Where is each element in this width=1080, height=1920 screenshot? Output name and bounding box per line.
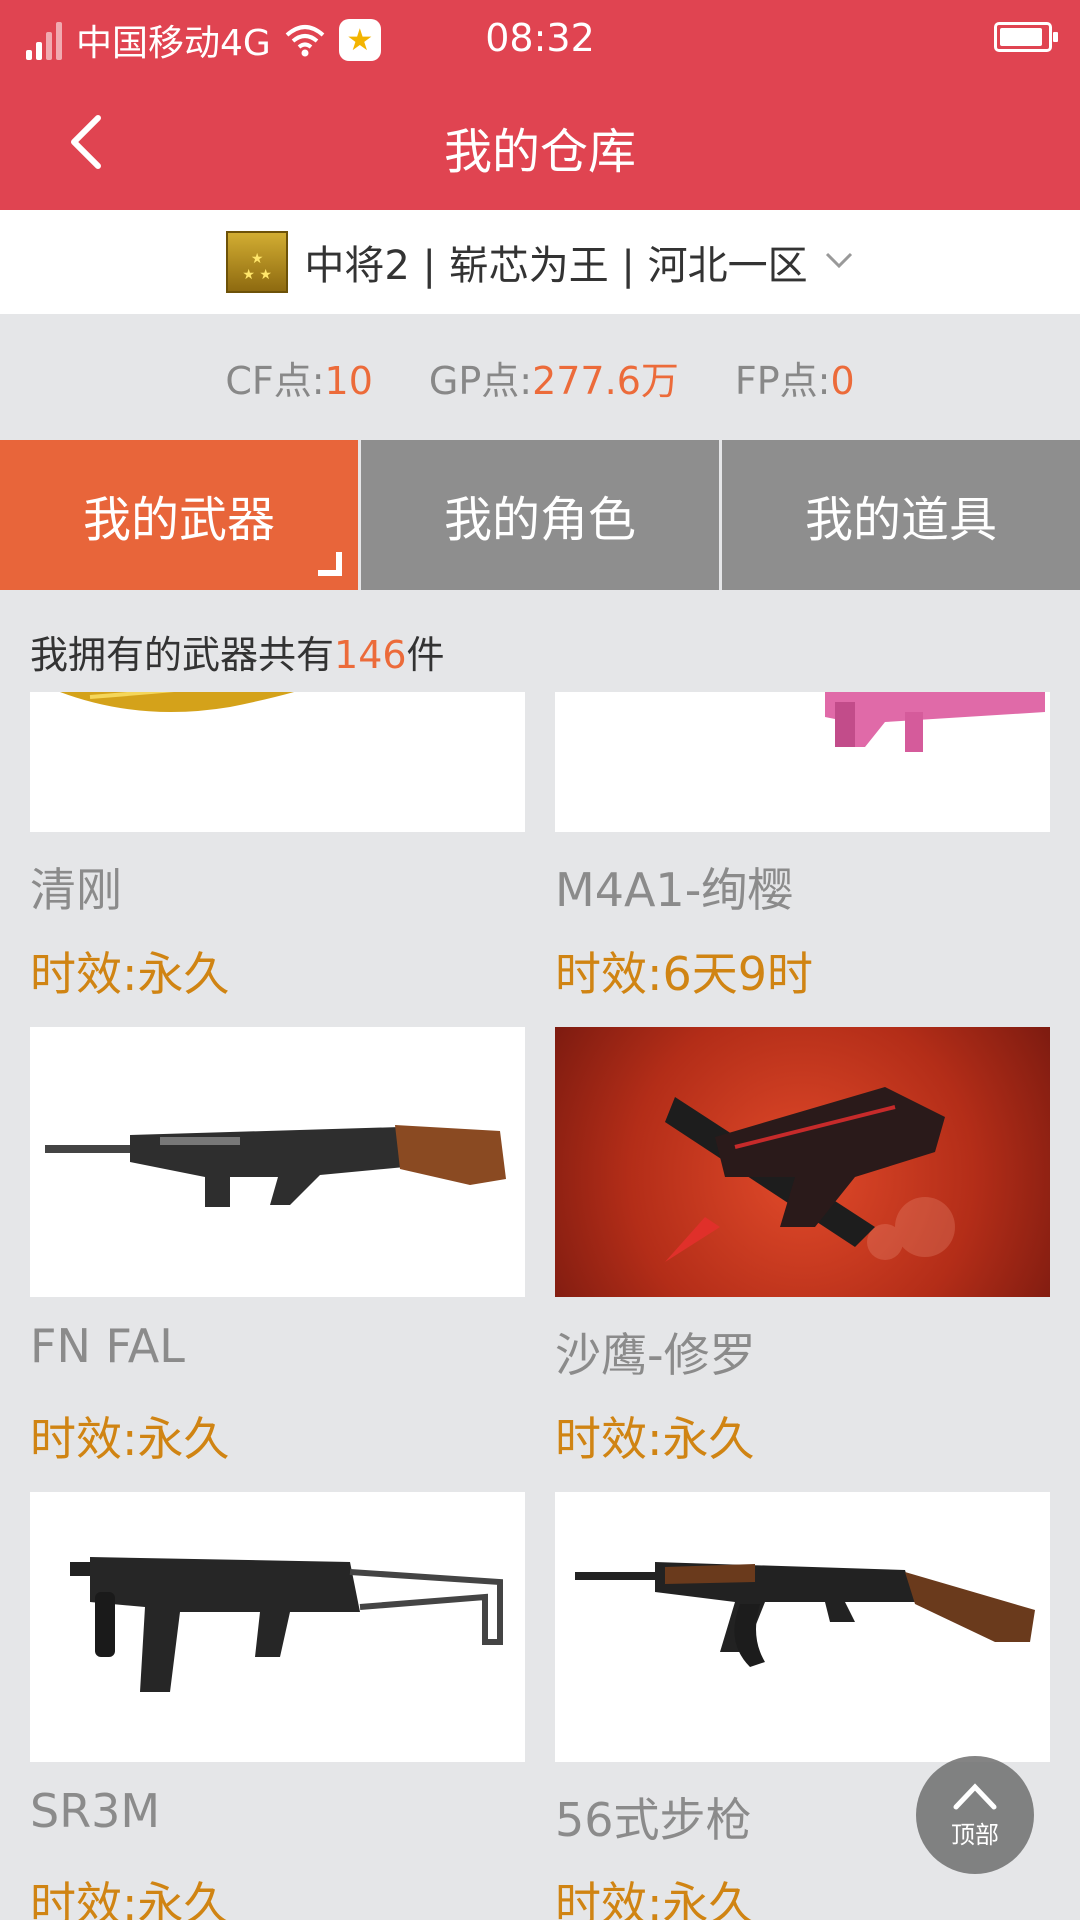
- back-to-top-button[interactable]: 顶部: [916, 1756, 1034, 1874]
- weapon-image: [30, 1027, 525, 1297]
- weapon-card[interactable]: SR3M 时效:永久: [30, 1492, 525, 1920]
- weapon-duration: 时效:永久: [30, 1877, 230, 1920]
- weapon-duration: 时效:永久: [555, 1412, 755, 1466]
- weapon-card[interactable]: FN FAL 时效:永久: [30, 1027, 525, 1492]
- points-cf: CF点:10: [225, 358, 373, 403]
- weapon-list[interactable]: 清刚 时效:永久 M4A1-绚樱 时效:6天9时 FN FAL 时效:永久 沙鹰…: [0, 692, 1080, 1920]
- weapon-image: [30, 692, 525, 832]
- status-time: 08:32: [485, 16, 595, 60]
- weapon-image: [30, 1492, 525, 1762]
- status-bar: 中国移动4G ★ 08:32: [0, 0, 1080, 76]
- weapon-image: [555, 1027, 1050, 1297]
- weapon-card[interactable]: 沙鹰-修罗 时效:永久: [555, 1027, 1050, 1492]
- tab-weapons[interactable]: 我的武器: [0, 440, 358, 590]
- tab-roles[interactable]: 我的角色: [361, 440, 719, 590]
- tab-items[interactable]: 我的道具: [722, 440, 1080, 590]
- corner-indicator-icon: [318, 552, 342, 576]
- back-to-top-label: 顶部: [951, 1820, 999, 1849]
- weapon-image: [555, 692, 1050, 832]
- weapon-image: [555, 1492, 1050, 1762]
- weapon-name: M4A1-绚樱: [555, 863, 794, 917]
- chevron-down-icon: [824, 250, 854, 274]
- battery-icon: [994, 22, 1058, 52]
- weapon-count: 我拥有的武器共有146件: [30, 633, 445, 677]
- account-label: 中将2 | 崭芯为王 | 河北一区: [304, 243, 808, 289]
- weapon-name: FN FAL: [30, 1319, 185, 1373]
- points-fp: FP点:0: [734, 358, 855, 403]
- weapon-name: SR3M: [30, 1784, 161, 1838]
- page-title: 我的仓库: [443, 124, 636, 180]
- weapon-name: 清刚: [30, 863, 122, 917]
- weapon-card[interactable]: M4A1-绚樱 时效:6天9时: [555, 692, 1050, 1027]
- rank-badge-icon: [226, 231, 289, 293]
- chevron-up-icon: [953, 1782, 997, 1809]
- points-row: CF点:10 GP点:277.6万 FP点:0: [0, 314, 1080, 440]
- weapon-card[interactable]: 清刚 时效:永久: [30, 692, 525, 1027]
- weapon-duration: 时效:永久: [30, 1412, 230, 1466]
- weapon-name: 沙鹰-修罗: [555, 1328, 756, 1382]
- weapon-duration: 时效:6天9时: [555, 947, 814, 1001]
- tab-bar: 我的武器 我的角色 我的道具: [0, 440, 1080, 590]
- weapon-duration: 时效:永久: [555, 1877, 755, 1920]
- nav-bar: 我的仓库: [0, 76, 1080, 210]
- weapon-duration: 时效:永久: [30, 947, 230, 1001]
- points-gp: GP点:277.6万: [428, 358, 679, 403]
- account-selector[interactable]: 中将2 | 崭芯为王 | 河北一区: [0, 210, 1080, 314]
